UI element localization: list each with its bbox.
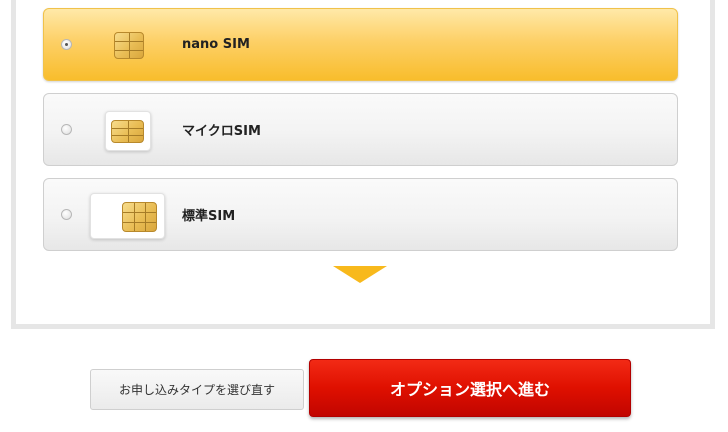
sim-option-label: nano SIM [182,37,250,52]
radio-nano-sim[interactable] [61,39,72,50]
reselect-application-type-button[interactable]: お申し込みタイプを選び直す [90,369,304,410]
standard-sim-icon [90,193,165,239]
sim-option-label: マイクロSIM [182,124,261,139]
nano-sim-icon [114,32,144,59]
sim-option-label: 標準SIM [182,209,236,224]
micro-sim-icon [105,111,151,151]
sim-option-nano[interactable]: nano SIM [43,8,678,81]
sim-option-standard[interactable]: 標準SIM [43,178,678,251]
sim-option-micro[interactable]: マイクロSIM [43,93,678,166]
radio-micro-sim[interactable] [61,124,72,135]
proceed-to-options-button[interactable]: オプション選択へ進む [309,359,631,417]
down-arrow-icon [333,266,387,283]
radio-standard-sim[interactable] [61,209,72,220]
